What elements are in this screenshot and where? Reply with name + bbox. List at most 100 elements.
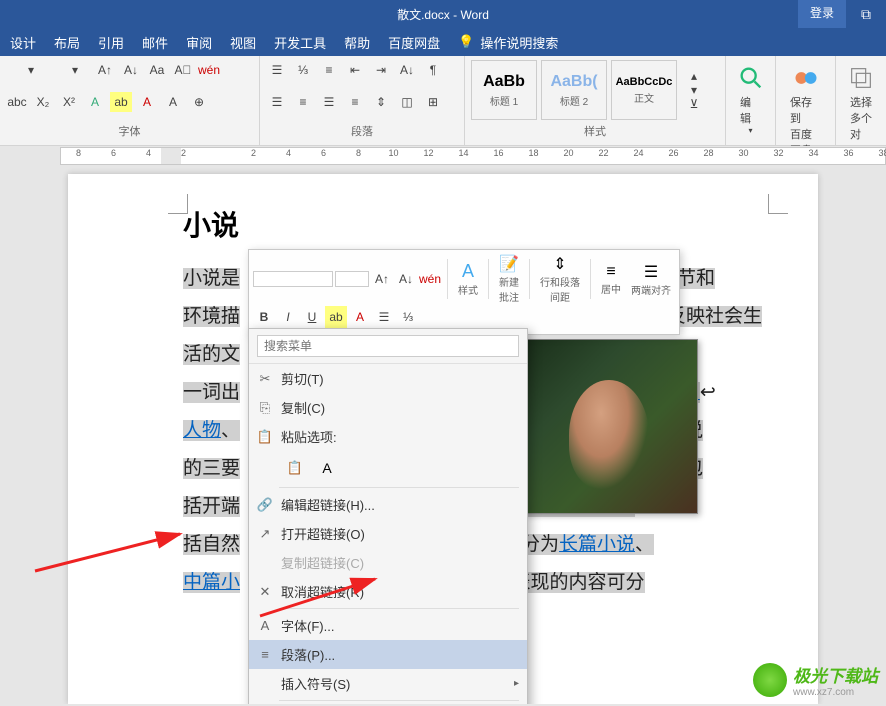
window-restore-icon[interactable]: ⧉ [846,0,886,28]
link-people[interactable]: 人物 [183,420,221,441]
font-size-dropdown[interactable]: ▾ [60,60,90,80]
tell-me-search[interactable]: 💡 操作说明搜索 [458,33,558,52]
paragraph-group-label: 段落 [266,123,458,141]
mini-numbering-icon[interactable]: ⅓ [397,306,419,328]
ribbon-baidu-group: 保存到 百度网盘 保存 [776,56,836,145]
mini-font-size[interactable] [335,271,369,287]
mini-font-name[interactable] [253,271,333,287]
clear-format-icon[interactable]: A⃠ [172,60,194,80]
text-effects-icon[interactable]: A [84,92,106,112]
cm-cut[interactable]: ✂剪切(T) [249,364,527,393]
mini-bullets-icon[interactable]: ☰ [373,306,395,328]
cm-smart-lookup[interactable]: 🔍搜索(E)"小说小说是一种以刻..." [249,703,527,704]
cm-copy-hyperlink: 复制超链接(C) [249,548,527,577]
align-left-icon[interactable]: ☰ [266,92,288,112]
watermark: 极光下载站 www.xz7.com [753,662,878,698]
tab-review[interactable]: 审阅 [186,33,212,52]
link-long-novel[interactable]: 长篇小说 [559,534,635,555]
cm-edit-hyperlink[interactable]: 🔗编辑超链接(H)... [249,490,527,519]
mini-bold-icon[interactable]: B [253,306,275,328]
mini-spacing-button[interactable]: ⇕ 行和段落 间距 [536,254,584,304]
mini-comment-button[interactable]: 📝 新建 批注 [495,254,523,304]
mini-styles-button[interactable]: A 样式 [454,261,482,297]
x2-icon[interactable]: X₂ [32,92,54,112]
tab-view[interactable]: 视图 [230,33,256,52]
cm-paste-text-only[interactable]: A [313,455,341,481]
cm-remove-hyperlink[interactable]: ✕取消超链接(R) [249,577,527,606]
show-marks-icon[interactable]: ¶ [422,60,444,80]
align-right-icon[interactable]: ☰ [318,92,340,112]
center-icon: ≡ [606,263,615,281]
tab-help[interactable]: 帮助 [344,33,370,52]
mini-italic-icon[interactable]: I [277,306,299,328]
select-multi-button[interactable]: 选择 多个对 [842,60,880,146]
borders-icon[interactable]: ⊞ [422,92,444,112]
document-area[interactable]: 小说 小说是的文学体裁，以创作人物为中心，通过完整的故事情节和 环境描写来反映社… [0,166,886,704]
styles-more-icon[interactable]: ⊻ [683,97,705,111]
chevron-right-icon: ▸ [514,678,519,689]
ribbon-paragraph-group: ☰ ⅓ ≡ ⇤ ⇥ A↓ ¶ ☰ ≡ ☰ ≡ ⇕ ◫ ⊞ 段落 [260,56,465,145]
font-icon: A [256,618,274,633]
cm-paragraph[interactable]: ≡段落(P)... [249,640,527,669]
mini-highlight-icon[interactable]: ab [325,306,347,328]
highlight-icon[interactable]: ab [110,92,132,112]
indent-right-icon[interactable]: ⇥ [370,60,392,80]
tab-baidu[interactable]: 百度网盘 [388,33,440,52]
ribbon-font-group: ▾ ▾ A↑ A↓ Aa A⃠ wén abc X₂ X² A ab A A ⊕… [0,56,260,145]
tab-layout[interactable]: 布局 [54,33,80,52]
shrink-font-icon[interactable]: A↓ [120,60,142,80]
cm-open-hyperlink[interactable]: ↗打开超链接(O) [249,519,527,548]
sort-icon[interactable]: A↓ [396,60,418,80]
link-icon: 🔗 [256,497,274,513]
link-mid-novel[interactable]: 中篇小 [183,572,240,593]
mini-fontcolor-icon[interactable]: A [349,306,371,328]
mini-underline-icon[interactable]: U [301,306,323,328]
mini-phonetic-icon[interactable]: wén [419,268,441,290]
tab-mailings[interactable]: 邮件 [142,33,168,52]
mini-center-button[interactable]: ≡ 居中 [597,263,625,296]
login-button[interactable]: 登录 [798,0,846,28]
cm-copy[interactable]: ⎘复制(C) [249,393,527,422]
align-justify-icon[interactable]: ≡ [344,92,366,112]
grow-font-icon[interactable]: A↑ [94,60,116,80]
styles-icon: A [462,261,474,282]
ribbon-tabs: 设计 布局 引用 邮件 审阅 视图 开发工具 帮助 百度网盘 💡 操作说明搜索 [0,28,886,56]
bullets-icon[interactable]: ☰ [266,60,288,80]
numbering-icon[interactable]: ⅓ [292,60,314,80]
mini-grow-icon[interactable]: A↑ [371,268,393,290]
mini-shrink-icon[interactable]: A↓ [395,268,417,290]
cut-icon: ✂ [256,371,274,387]
ruler[interactable]: 8642246810121416182022242628303234363840 [0,146,886,166]
shading-icon[interactable]: ◫ [396,92,418,112]
cm-paste-keep-source[interactable]: 📋 [281,455,309,481]
style-normal[interactable]: AaBbCcDc 正文 [611,60,677,120]
cm-font[interactable]: A字体(F)... [249,611,527,640]
watermark-logo-icon [753,663,787,697]
styles-up-icon[interactable]: ▴ [683,69,705,83]
font-name-dropdown[interactable]: ▾ [6,60,56,80]
mini-justify-button[interactable]: ☰ 两端对齐 [627,262,675,297]
edit-button[interactable]: 编辑 ▾ [732,60,769,139]
change-case-icon[interactable]: Aa [146,60,168,80]
line-spacing-icon[interactable]: ⇕ [370,92,392,112]
multilevel-icon[interactable]: ≡ [318,60,340,80]
subscript-icon[interactable]: abc [6,92,28,112]
font-color-icon[interactable]: A [136,92,158,112]
cm-insert-symbol[interactable]: 插入符号(S)▸ [249,669,527,698]
style-heading2[interactable]: AaBb( 标题 2 [541,60,607,120]
inline-image[interactable] [523,339,698,514]
style-heading1[interactable]: AaBb 标题 1 [471,60,537,120]
tab-design[interactable]: 设计 [10,33,36,52]
cm-search-input[interactable] [257,335,519,357]
tab-references[interactable]: 引用 [98,33,124,52]
enclose-icon[interactable]: ⊕ [188,92,210,112]
tab-devtools[interactable]: 开发工具 [274,33,326,52]
paragraph-icon: ≡ [256,647,274,662]
doc-title[interactable]: 小说 [183,210,239,241]
x2-icon[interactable]: X² [58,92,80,112]
styles-down-icon[interactable]: ▾ [683,83,705,97]
indent-left-icon[interactable]: ⇤ [344,60,366,80]
char-shading-icon[interactable]: A [162,92,184,112]
phonetic-icon[interactable]: wén [198,60,220,80]
align-center-icon[interactable]: ≡ [292,92,314,112]
